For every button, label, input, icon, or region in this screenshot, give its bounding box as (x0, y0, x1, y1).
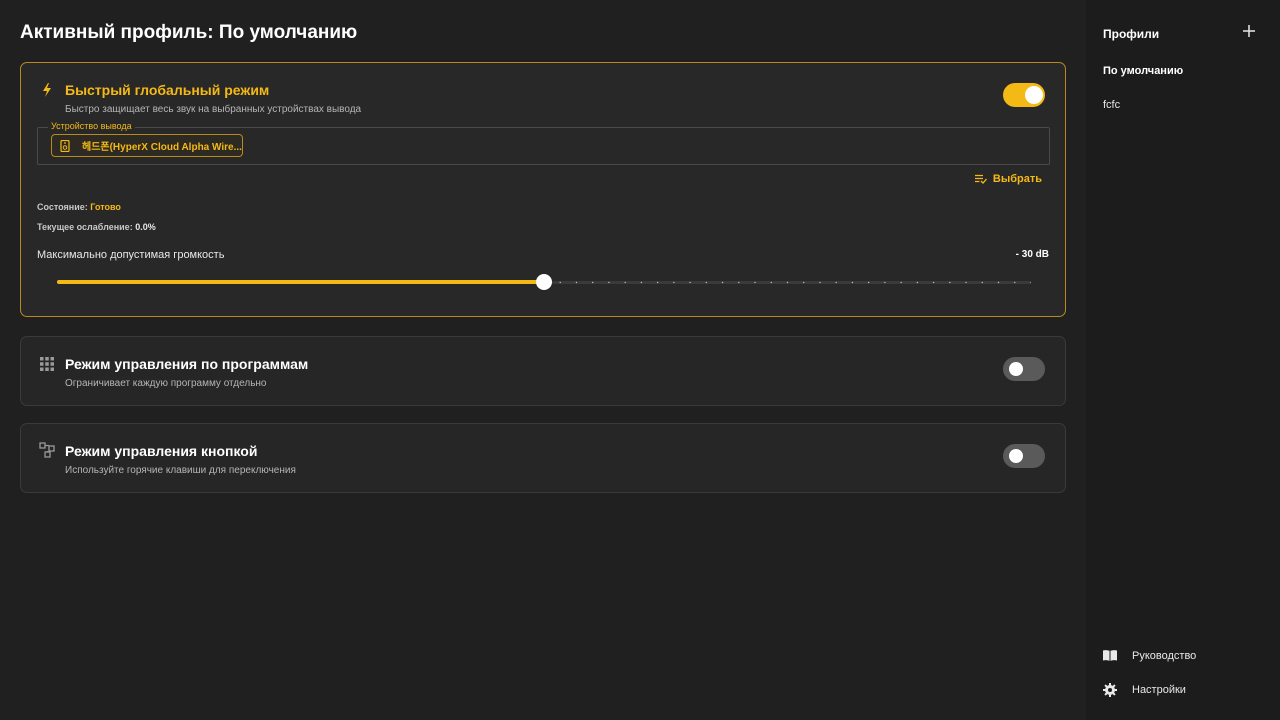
slider-tick (640, 281, 643, 284)
button-mode-card: Режим управления кнопкой Используйте гор… (20, 423, 1066, 493)
grid-icon (40, 357, 54, 371)
select-device-button[interactable]: Выбрать (974, 173, 1042, 185)
button-mode-subtitle: Используйте горячие клавиши для переключ… (65, 465, 296, 476)
volume-slider[interactable] (57, 273, 1031, 291)
program-mode-toggle[interactable] (1003, 357, 1045, 381)
slider-tick (559, 281, 561, 284)
select-list-icon (974, 174, 987, 184)
program-mode-title: Режим управления по программам (65, 356, 309, 372)
profiles-header: Профили (1103, 27, 1160, 41)
lightning-icon (43, 83, 51, 97)
page-title: Активный профиль: По умолчанию (20, 22, 358, 43)
slider-tick (656, 281, 659, 284)
hotkey-icon (39, 442, 55, 458)
slider-thumb[interactable] (536, 274, 552, 290)
program-mode-card: Режим управления по программам Ограничив… (20, 336, 1066, 406)
slider-tick (608, 281, 610, 284)
slider-tick (851, 281, 854, 284)
slider-tick (689, 281, 691, 284)
status-label: Состояние: (37, 202, 88, 212)
slider-tick (592, 281, 594, 284)
output-device-field: Устройство вывода 헤드폰(HyperX Cloud Alpha… (37, 121, 1050, 165)
slider-tick (705, 281, 708, 284)
slider-tick (738, 281, 740, 284)
slider-tick (1030, 281, 1031, 284)
slider-tick (900, 281, 902, 284)
main-panel: Активный профиль: По умолчанию Быстрый г… (0, 0, 1086, 720)
program-mode-subtitle: Ограничивает каждую программу отдельно (65, 378, 267, 389)
attenuation-value: 0.0% (135, 222, 156, 232)
status-line: Состояние: Готово (37, 202, 121, 212)
slider-tick (932, 281, 935, 284)
slider-tick (786, 281, 789, 284)
button-mode-toggle[interactable] (1003, 444, 1045, 468)
slider-tick (949, 281, 951, 284)
output-device-legend: Устройство вывода (48, 121, 135, 131)
guide-link[interactable]: Руководство (1102, 649, 1196, 662)
slider-tick (673, 281, 675, 284)
slider-tick (721, 281, 724, 284)
toggle-knob (1009, 362, 1023, 376)
toggle-knob (1009, 449, 1023, 463)
quick-mode-title: Быстрый глобальный режим (65, 82, 270, 98)
quick-mode-card: Быстрый глобальный режим Быстро защищает… (20, 62, 1066, 317)
quick-mode-toggle[interactable] (1003, 83, 1045, 107)
slider-tick (754, 281, 756, 284)
quick-mode-subtitle: Быстро защищает весь звук на выбранных у… (65, 104, 362, 115)
slider-tick (770, 281, 772, 284)
guide-label: Руководство (1132, 649, 1197, 662)
settings-link[interactable]: Настройки (1102, 682, 1186, 698)
device-chip-label: 헤드폰(HyperX Cloud Alpha Wire... (82, 142, 242, 153)
profile-item-default[interactable]: По умолчанию (1103, 65, 1183, 77)
slider-tick (981, 281, 983, 284)
toggle-knob (1025, 86, 1043, 104)
select-device-label: Выбрать (992, 173, 1042, 185)
slider-tick (965, 281, 967, 284)
slider-tick (819, 281, 821, 284)
button-mode-title: Режим управления кнопкой (65, 443, 258, 459)
add-profile-icon[interactable] (1242, 24, 1256, 38)
slider-fill (57, 280, 544, 284)
volume-label: Максимально допустимая громкость (37, 249, 225, 261)
volume-value: - 30 dB (1015, 249, 1049, 260)
slider-tick (884, 281, 886, 284)
slider-tick (835, 281, 837, 284)
profiles-sidebar: Профили По умолчанию fcfc Руководство На… (1086, 0, 1280, 720)
attenuation-label: Текущее ослабление: (37, 222, 133, 232)
settings-label: Настройки (1132, 684, 1186, 696)
gear-icon (1103, 683, 1117, 697)
profile-item-fcfc[interactable]: fcfc (1103, 99, 1120, 111)
slider-tick (575, 281, 578, 284)
slider-tick (997, 281, 1000, 284)
device-chip[interactable]: 헤드폰(HyperX Cloud Alpha Wire... (51, 134, 243, 157)
slider-tick (624, 281, 626, 284)
slider-tick (1014, 281, 1016, 284)
status-value: Готово (90, 202, 121, 212)
slider-tick (916, 281, 919, 284)
attenuation-line: Текущее ослабление: 0.0% (37, 222, 156, 232)
book-icon (1103, 650, 1117, 661)
slider-tick (803, 281, 805, 284)
slider-tick (867, 281, 870, 284)
speaker-icon (60, 139, 70, 152)
